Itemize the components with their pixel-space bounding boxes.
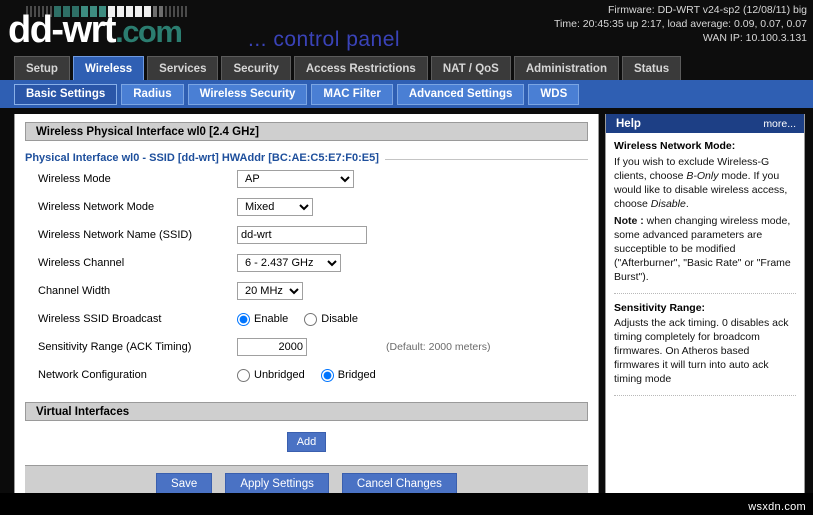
fieldset-legend: Physical Interface wl0 - SSID [dd-wrt] H… <box>25 152 385 164</box>
subtab-advanced-settings[interactable]: Advanced Settings <box>396 83 525 105</box>
help-emphasis-b-only: B-Only <box>686 169 719 182</box>
dd-wrt-logo: dd-wrt.com <box>8 9 183 51</box>
ssid-broadcast-disable-radio[interactable] <box>304 312 318 326</box>
content-area: Wireless Physical Interface wl0 [2.4 GHz… <box>0 108 813 515</box>
ssid-broadcast-enable-option[interactable]: Enable <box>237 312 289 326</box>
label-network-mode: Wireless Network Mode <box>38 201 155 213</box>
help-heading-network-mode: Wireless Network Mode: <box>614 140 736 152</box>
main-tab-bar: Setup Wireless Services Security Access … <box>0 54 813 80</box>
sensitivity-default-hint: (Default: 2000 meters) <box>386 341 491 353</box>
virtual-interfaces-header: Virtual Interfaces <box>25 402 588 421</box>
network-config-unbridged-radio[interactable] <box>237 368 250 382</box>
label-wireless-mode: Wireless Mode <box>38 173 111 185</box>
add-button[interactable]: Add <box>286 432 327 453</box>
wireless-mode-select[interactable]: AP <box>237 170 354 188</box>
help-paragraph-network-mode: If you wish to exclude Wireless-G client… <box>614 156 796 212</box>
row-ssid: Wireless Network Name (SSID) <box>25 222 588 248</box>
tab-services[interactable]: Services <box>147 56 219 80</box>
ssid-broadcast-enable-label: Enable <box>254 313 289 325</box>
subtab-radius[interactable]: Radius <box>121 83 184 105</box>
help-panel: Help more... Wireless Network Mode: If y… <box>605 114 805 515</box>
row-wireless-mode: Wireless Mode AP <box>25 166 588 192</box>
subtab-wds[interactable]: WDS <box>528 83 580 105</box>
network-config-bridged-label: Bridged <box>337 369 376 381</box>
footer-strip <box>0 493 813 515</box>
ssid-broadcast-enable-radio[interactable] <box>237 312 250 326</box>
network-mode-select[interactable]: Mixed <box>237 198 313 216</box>
sub-tab-bar: Basic Settings Radius Wireless Security … <box>0 80 813 108</box>
physical-interface-fieldset: Physical Interface wl0 - SSID [dd-wrt] H… <box>25 152 588 164</box>
help-more-link[interactable]: more... <box>763 118 796 130</box>
help-header-bar: Help more... <box>606 114 804 133</box>
row-channel: Wireless Channel 6 - 2.437 GHz <box>25 250 588 276</box>
dd-wrt-control-panel: dd-wrt.com ... control panel Firmware: D… <box>0 0 813 515</box>
row-ssid-broadcast: Wireless SSID Broadcast Enable Disable <box>25 306 588 332</box>
ssid-input[interactable] <box>237 226 367 244</box>
tab-status[interactable]: Status <box>621 56 682 80</box>
subtab-mac-filter[interactable]: MAC Filter <box>311 83 393 105</box>
network-config-unbridged-option[interactable]: Unbridged <box>237 368 305 382</box>
sensitivity-range-input[interactable] <box>237 338 307 356</box>
label-channel: Wireless Channel <box>38 257 125 269</box>
help-emphasis-disable: Disable <box>650 197 686 210</box>
logo-domain-suffix: .com <box>115 14 183 49</box>
label-ssid-broadcast: Wireless SSID Broadcast <box>38 313 162 325</box>
watermark-text: wsxdn.com <box>748 501 806 513</box>
tab-nat-qos[interactable]: NAT / QoS <box>430 56 511 80</box>
network-config-bridged-option[interactable]: Bridged <box>320 368 376 382</box>
subtab-basic-settings[interactable]: Basic Settings <box>14 83 118 105</box>
row-network-mode: Wireless Network Mode Mixed <box>25 194 588 220</box>
help-paragraph-sensitivity: Adjusts the ack timing. 0 disables ack t… <box>614 317 789 386</box>
help-title: Help <box>616 117 641 130</box>
tab-setup[interactable]: Setup <box>14 56 70 80</box>
row-sensitivity-range: Sensitivity Range (ACK Timing) (Default:… <box>25 334 588 360</box>
tab-wireless[interactable]: Wireless <box>72 56 145 80</box>
network-config-bridged-radio[interactable] <box>320 368 334 382</box>
wireless-channel-select[interactable]: 6 - 2.437 GHz <box>237 254 341 272</box>
help-content: Wireless Network Mode: If you wish to ex… <box>606 133 804 397</box>
wan-ip-text: WAN IP: 10.100.3.131 <box>702 31 807 44</box>
ssid-broadcast-disable-label: Disable <box>321 313 358 325</box>
help-text-part-3: . <box>685 197 689 210</box>
tab-administration[interactable]: Administration <box>513 56 619 80</box>
uptime-load-text: Time: 20:45:35 up 2:17, load average: 0.… <box>554 17 807 30</box>
label-ssid: Wireless Network Name (SSID) <box>38 229 193 241</box>
control-panel-tagline: ... control panel <box>248 28 401 51</box>
help-divider-1 <box>614 292 796 294</box>
page-header: dd-wrt.com ... control panel Firmware: D… <box>0 0 813 54</box>
channel-width-select[interactable]: 20 MHz <box>237 282 303 300</box>
row-network-configuration: Network Configuration Unbridged Bridged <box>25 362 588 388</box>
help-note-network-mode: Note : when changing wireless mode, some… <box>614 215 796 285</box>
help-note-label: Note : <box>614 214 644 227</box>
label-channel-width: Channel Width <box>38 285 111 297</box>
help-divider-2 <box>614 395 796 397</box>
add-virtual-interface-bar: Add <box>25 421 588 466</box>
label-network-configuration: Network Configuration <box>38 369 147 381</box>
settings-panel: Wireless Physical Interface wl0 [2.4 GHz… <box>14 114 599 515</box>
logo-main-text: dd-wrt <box>8 9 117 51</box>
system-info-block: Firmware: DD-WRT v24-sp2 (12/08/11) big … <box>554 4 807 46</box>
tab-access-restrictions[interactable]: Access Restrictions <box>293 56 428 80</box>
ssid-broadcast-disable-option[interactable]: Disable <box>304 312 358 326</box>
wireless-physical-interface-header: Wireless Physical Interface wl0 [2.4 GHz… <box>25 122 588 141</box>
help-heading-sensitivity: Sensitivity Range: <box>614 301 706 314</box>
firmware-version-text: Firmware: DD-WRT v24-sp2 (12/08/11) big <box>608 4 807 16</box>
tab-security[interactable]: Security <box>221 56 291 80</box>
label-sensitivity-range: Sensitivity Range (ACK Timing) <box>38 341 192 353</box>
row-channel-width: Channel Width 20 MHz <box>25 278 588 304</box>
network-config-radio-group: Unbridged Bridged <box>237 368 392 382</box>
ssid-broadcast-radio-group: Enable Disable <box>237 312 374 326</box>
subtab-wireless-security[interactable]: Wireless Security <box>187 83 308 105</box>
network-config-unbridged-label: Unbridged <box>254 369 305 381</box>
